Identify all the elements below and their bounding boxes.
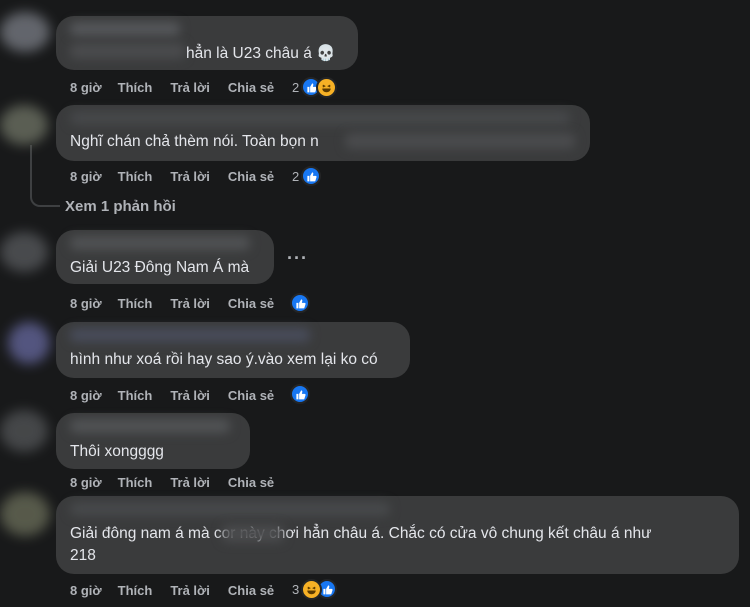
reply-button[interactable]: Trả lời <box>170 475 210 490</box>
like-button[interactable]: Thích <box>118 80 153 95</box>
redacted-author-name <box>70 502 390 516</box>
comment-time[interactable]: 8 giờ <box>70 475 102 490</box>
like-icon <box>290 384 310 404</box>
comment-text: Thôi xongggg <box>70 443 164 460</box>
like-button[interactable]: Thích <box>118 296 153 311</box>
comment-time[interactable]: 8 giờ <box>70 388 102 403</box>
avatar[interactable] <box>0 492 50 536</box>
share-button[interactable]: Chia sẻ <box>228 80 274 95</box>
more-options-button[interactable]: ··· <box>287 248 308 269</box>
reply-button[interactable]: Trả lời <box>170 388 210 403</box>
avatar[interactable] <box>0 232 48 272</box>
share-button[interactable]: Chia sẻ <box>228 388 274 403</box>
reply-button[interactable]: Trả lời <box>170 583 210 598</box>
like-button[interactable]: Thích <box>118 388 153 403</box>
comment-time[interactable]: 8 giờ <box>70 169 102 184</box>
redacted-author-name <box>70 22 180 36</box>
haha-icon <box>316 76 338 98</box>
thread-line <box>30 145 32 195</box>
redacted-text <box>222 525 284 542</box>
comment-actions: 8 giờ Thích Trả lời Chia sẻ <box>70 385 292 405</box>
comment-actions: 8 giờ Thích Trả lời Chia sẻ <box>70 580 292 600</box>
reaction-summary[interactable] <box>290 292 310 314</box>
reply-button[interactable]: Trả lời <box>170 80 210 95</box>
comment-actions: 8 giờ Thích Trả lời Chia sẻ <box>70 293 292 313</box>
redacted-author-name <box>70 111 570 125</box>
redacted-text <box>70 43 185 59</box>
redacted-author-name <box>70 236 250 250</box>
like-button[interactable]: Thích <box>118 583 153 598</box>
reaction-summary[interactable]: 2 <box>292 165 322 187</box>
share-button[interactable]: Chia sẻ <box>228 475 274 490</box>
haha-icon <box>301 578 323 600</box>
comment-time[interactable]: 8 giờ <box>70 80 102 95</box>
comment-text: hình như xoá rồi hay sao ý.vào xem lại k… <box>70 351 378 368</box>
redacted-author-name <box>70 328 310 342</box>
like-icon <box>290 293 310 313</box>
share-button[interactable]: Chia sẻ <box>228 583 274 598</box>
share-button[interactable]: Chia sẻ <box>228 169 274 184</box>
reaction-count: 2 <box>292 168 300 184</box>
avatar[interactable] <box>0 12 50 52</box>
reaction-summary[interactable]: 3 <box>292 578 338 600</box>
comment-text: hẳn là U23 châu á 💀 <box>186 45 336 62</box>
comment-actions: 8 giờ Thích Trả lời Chia sẻ <box>70 166 292 186</box>
comment-actions: 8 giờ Thích Trả lời Chia sẻ <box>70 77 292 97</box>
reaction-summary[interactable] <box>290 383 310 405</box>
comment-actions: 8 giờ Thích Trả lời Chia sẻ <box>70 472 292 492</box>
comment-text: Nghĩ chán chả thèm nói. Toàn bọn n <box>70 133 319 150</box>
view-replies-link[interactable]: Xem 1 phản hồi <box>65 198 176 215</box>
avatar[interactable] <box>8 322 50 364</box>
reaction-count: 3 <box>292 581 300 597</box>
share-button[interactable]: Chia sẻ <box>228 296 274 311</box>
avatar[interactable] <box>0 105 48 145</box>
reply-button[interactable]: Trả lời <box>170 169 210 184</box>
comment-text-line-2: 218 <box>70 547 96 564</box>
comment-time[interactable]: 8 giờ <box>70 583 102 598</box>
like-button[interactable]: Thích <box>118 475 153 490</box>
reaction-summary[interactable]: 2 <box>292 76 338 98</box>
reply-button[interactable]: Trả lời <box>170 296 210 311</box>
redacted-text <box>345 133 575 149</box>
avatar[interactable] <box>0 410 48 452</box>
comment-time[interactable]: 8 giờ <box>70 296 102 311</box>
comment-text-line-1: Giải đông nam á mà cor này chơi hẳn châu… <box>70 525 652 542</box>
comment-text: Giải U23 Đông Nam Á mà <box>70 259 250 276</box>
like-button[interactable]: Thích <box>118 169 153 184</box>
thread-curve <box>30 195 60 207</box>
like-icon <box>301 166 322 186</box>
redacted-author-name <box>70 419 230 433</box>
reaction-count: 2 <box>292 79 300 95</box>
